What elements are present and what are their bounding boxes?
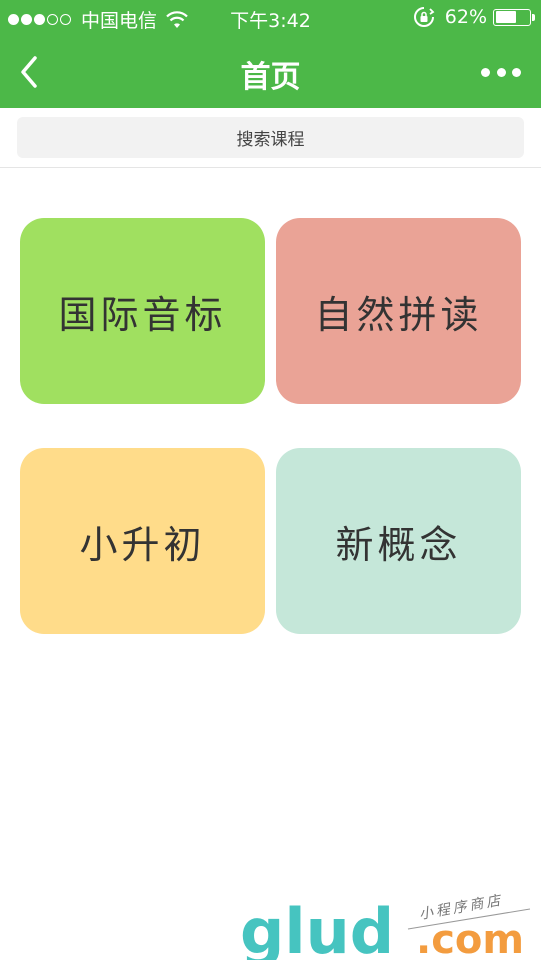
status-right: 62% <box>413 6 535 28</box>
tile-primary-to-middle[interactable]: 小升初 <box>20 448 265 634</box>
header: 中国电信 下午3:42 62% 首页 <box>0 0 541 108</box>
app-screen: 中国电信 下午3:42 62% 首页 搜索课程 国际音标 自然拼读 小升初 新概… <box>0 0 541 960</box>
status-bar: 中国电信 下午3:42 62% <box>0 0 541 36</box>
battery-percent: 62% <box>444 6 487 28</box>
more-dots-icon <box>481 67 490 77</box>
watermark-domain: .com <box>416 917 524 960</box>
watermark-brand: glud <box>240 895 394 960</box>
rotation-lock-icon <box>413 7 435 27</box>
battery-icon <box>493 8 535 26</box>
tile-new-concept[interactable]: 新概念 <box>276 448 521 634</box>
more-dots-icon <box>512 67 521 77</box>
search-input[interactable]: 搜索课程 <box>17 117 524 158</box>
more-dots-icon <box>496 67 506 77</box>
tile-phonics[interactable]: 自然拼读 <box>276 218 521 404</box>
glud-watermark-logo: glud .com 小程序商店 <box>240 892 531 960</box>
page-title: 首页 <box>240 60 301 95</box>
tile-phonetics[interactable]: 国际音标 <box>20 218 265 404</box>
nav-bar: 首页 <box>0 36 541 108</box>
more-button[interactable] <box>481 62 521 82</box>
search-bar: 搜索课程 <box>0 108 541 168</box>
battery-fill <box>495 11 516 23</box>
